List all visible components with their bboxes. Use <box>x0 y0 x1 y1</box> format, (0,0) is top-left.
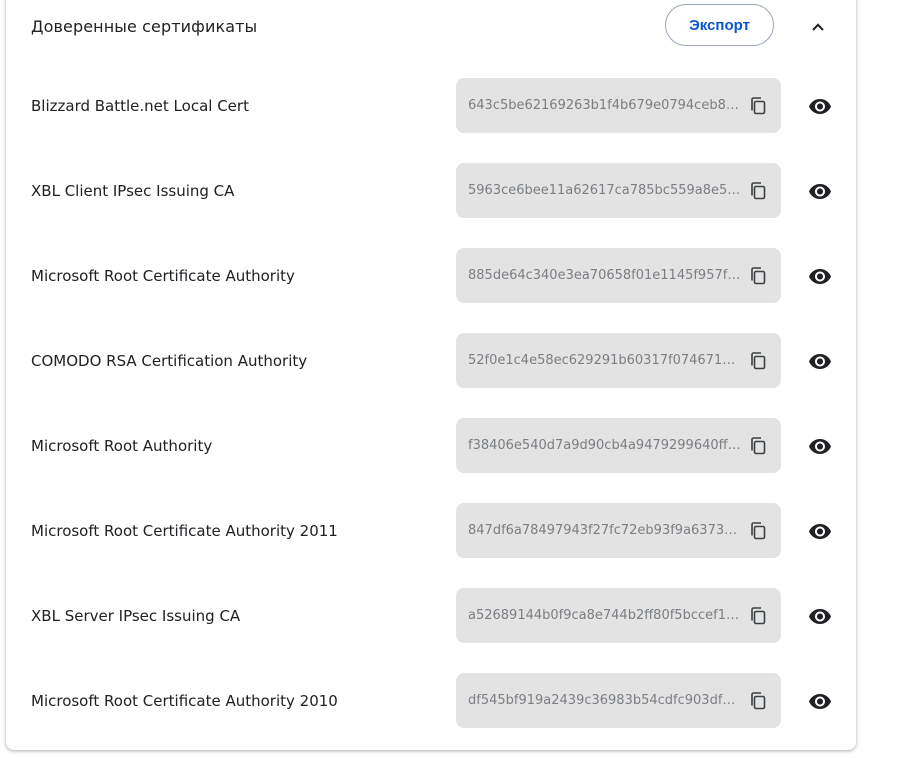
show-certificate-button[interactable] <box>805 516 835 546</box>
certificate-name: Microsoft Root Certificate Authority 201… <box>31 522 338 540</box>
copy-button[interactable] <box>746 519 770 543</box>
section-header: Доверенные сертификаты Экспорт <box>0 0 897 54</box>
copy-icon <box>751 692 766 710</box>
show-certificate-button[interactable] <box>805 176 835 206</box>
certificate-row: Microsoft Root Authority f38406e540d7a9d9… <box>0 418 897 503</box>
certificate-row: XBL Client IPsec Issuing CA 5963ce6bee11a… <box>0 163 897 248</box>
certificate-name: Microsoft Root Certificate Authority 201… <box>31 692 338 710</box>
certificate-hash-field[interactable]: 885de64c340e3ea70658f01e1145f957fc… <box>456 248 781 303</box>
certificate-hash-field[interactable]: 52f0e1c4e58ec629291b60317f074671b… <box>456 333 781 388</box>
certificate-hash-value: f38406e540d7a9d90cb4a9479299640ff… <box>468 438 741 453</box>
certificate-hash-field[interactable]: df545bf919a2439c36983b54cdfc903dfa… <box>456 673 781 728</box>
certificate-hash-value: 52f0e1c4e58ec629291b60317f074671b… <box>468 353 742 368</box>
copy-button[interactable] <box>746 604 770 628</box>
show-certificate-button[interactable] <box>805 91 835 121</box>
certificate-hash-field[interactable]: a52689144b0f9ca8e744b2ff80f5bccef16… <box>456 588 781 643</box>
certificate-hash-value: df545bf919a2439c36983b54cdfc903dfa… <box>468 693 742 708</box>
copy-button[interactable] <box>746 434 770 458</box>
eye-icon <box>809 184 831 199</box>
show-certificate-button[interactable] <box>805 686 835 716</box>
show-certificate-button[interactable] <box>805 601 835 631</box>
export-button[interactable]: Экспорт <box>665 4 774 46</box>
copy-button[interactable] <box>746 264 770 288</box>
certificate-hash-value: 5963ce6bee11a62617ca785bc559a8e55… <box>468 183 742 198</box>
copy-icon <box>751 437 766 455</box>
certificate-hash-value: a52689144b0f9ca8e744b2ff80f5bccef16… <box>468 608 742 623</box>
certificate-row: Microsoft Root Certificate Authority 885d… <box>0 248 897 333</box>
copy-icon <box>751 607 766 625</box>
eye-icon <box>809 354 831 369</box>
copy-icon <box>751 182 766 200</box>
certificate-hash-value: 643c5be62169263b1f4b679e0794ceb8… <box>468 98 739 113</box>
certificate-hash-value: 847df6a78497943f27fc72eb93f9a63732… <box>468 523 742 538</box>
show-certificate-button[interactable] <box>805 261 835 291</box>
certificate-hash-field[interactable]: 643c5be62169263b1f4b679e0794ceb8… <box>456 78 781 133</box>
copy-icon <box>751 97 766 115</box>
certificate-name: COMODO RSA Certification Authority <box>31 352 308 370</box>
show-certificate-button[interactable] <box>805 431 835 461</box>
certificate-name: Blizzard Battle.net Local Cert <box>31 97 249 115</box>
certificate-hash-field[interactable]: 847df6a78497943f27fc72eb93f9a63732… <box>456 503 781 558</box>
certificate-row: Microsoft Root Certificate Authority 201… <box>0 673 897 758</box>
eye-icon <box>809 99 831 114</box>
eye-icon <box>809 269 831 284</box>
certificate-row: COMODO RSA Certification Authority 52f0e1… <box>0 333 897 418</box>
show-certificate-button[interactable] <box>805 346 835 376</box>
certificate-name: Microsoft Root Authority <box>31 437 213 455</box>
certificate-hash-value: 885de64c340e3ea70658f01e1145f957fc… <box>468 268 742 283</box>
eye-icon <box>809 524 831 539</box>
certificate-name: XBL Server IPsec Issuing CA <box>31 607 241 625</box>
eye-icon <box>809 694 831 709</box>
certificate-hash-field[interactable]: 5963ce6bee11a62617ca785bc559a8e55… <box>456 163 781 218</box>
copy-button[interactable] <box>746 94 770 118</box>
eye-icon <box>809 609 831 624</box>
certificate-name: XBL Client IPsec Issuing CA <box>31 182 235 200</box>
eye-icon <box>809 439 831 454</box>
certificate-row: XBL Server IPsec Issuing CA a52689144b0f9… <box>0 588 897 673</box>
certificate-row: Blizzard Battle.net Local Cert 643c5be621… <box>0 78 897 163</box>
certificate-hash-field[interactable]: f38406e540d7a9d90cb4a9479299640ff… <box>456 418 781 473</box>
section-title: Доверенные сертификаты <box>31 17 258 36</box>
copy-button[interactable] <box>746 179 770 203</box>
copy-icon <box>751 352 766 370</box>
copy-button[interactable] <box>746 689 770 713</box>
collapse-button[interactable] <box>801 10 835 44</box>
certificate-name: Microsoft Root Certificate Authority <box>31 267 295 285</box>
copy-button[interactable] <box>746 349 770 373</box>
certificate-row: Microsoft Root Certificate Authority 201… <box>0 503 897 588</box>
copy-icon <box>751 522 766 540</box>
chevron-up-icon <box>812 23 824 31</box>
copy-icon <box>751 267 766 285</box>
